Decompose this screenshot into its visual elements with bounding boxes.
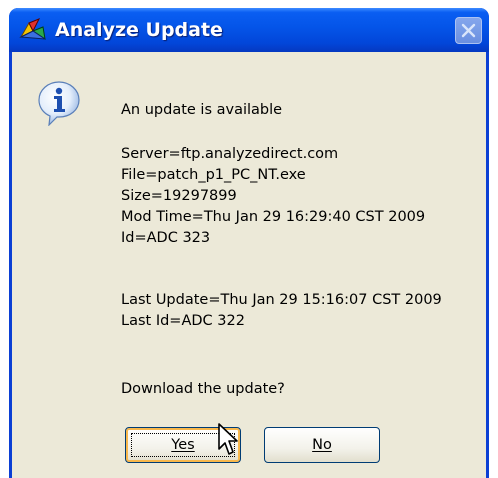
close-icon xyxy=(461,23,476,38)
close-button[interactable] xyxy=(455,17,482,44)
yes-button-label: Yes xyxy=(171,437,195,453)
mouse-pointer-icon xyxy=(217,422,241,458)
information-icon xyxy=(37,80,81,127)
analyze-app-icon xyxy=(19,17,47,43)
size-line: Size=19297899 xyxy=(121,188,237,204)
title-bar[interactable]: Analyze Update xyxy=(9,8,489,52)
message-heading: An update is available xyxy=(121,102,283,118)
last-id-line: Last Id=ADC 322 xyxy=(121,313,245,329)
last-update-details: Last Update=Thu Jan 29 15:16:07 CST 2009… xyxy=(121,290,442,332)
id-line: Id=ADC 323 xyxy=(121,230,211,246)
no-button[interactable]: No xyxy=(264,427,380,463)
dialog-window: Analyze Update An update is available Se… xyxy=(9,8,489,478)
file-line: File=patch_p1_PC_NT.exe xyxy=(121,167,306,183)
update-details: Server=ftp.analyzedirect.com File=patch_… xyxy=(121,144,425,249)
mod-time-line: Mod Time=Thu Jan 29 16:29:40 CST 2009 xyxy=(121,209,426,225)
download-prompt: Download the update? xyxy=(121,381,285,397)
last-update-line: Last Update=Thu Jan 29 15:16:07 CST 2009 xyxy=(121,292,442,308)
no-button-label: No xyxy=(312,437,332,453)
dialog-body: An update is available Server=ftp.analyz… xyxy=(12,52,486,478)
server-line: Server=ftp.analyzedirect.com xyxy=(121,146,339,162)
window-title: Analyze Update xyxy=(55,19,223,41)
